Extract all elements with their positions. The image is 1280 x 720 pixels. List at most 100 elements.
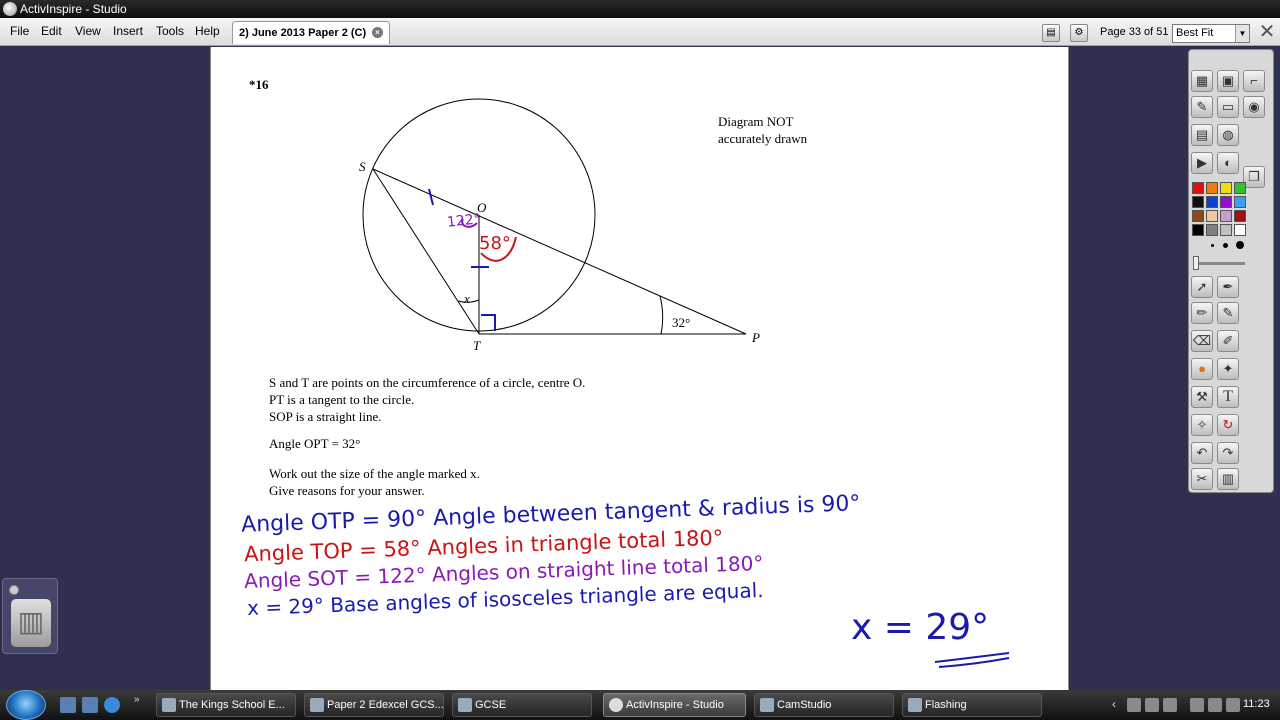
highlighter-icon[interactable]: ✏ xyxy=(1191,302,1213,324)
marker-icon[interactable]: ✎ xyxy=(1217,302,1239,324)
redo-icon[interactable]: ↷ xyxy=(1217,442,1239,464)
statement-3: SOP is a straight line. xyxy=(269,409,382,424)
pen-width-slider[interactable] xyxy=(1195,262,1245,265)
pen-width-slider-handle[interactable] xyxy=(1193,256,1199,270)
color-swatch-light-grey[interactable] xyxy=(1220,224,1232,236)
instruction-1: Work out the size of the angle marked x. xyxy=(269,466,480,481)
color-swatch-black[interactable] xyxy=(1192,196,1204,208)
label-t: T xyxy=(473,338,481,353)
menu-help[interactable]: Help xyxy=(195,24,220,38)
trash-panel[interactable]: ▥ xyxy=(2,578,58,654)
fill-icon[interactable]: ● xyxy=(1191,358,1213,380)
projector-icon[interactable]: ▭ xyxy=(1217,96,1239,118)
flipchart-icon[interactable]: ▤ xyxy=(1191,124,1213,146)
revealer-icon[interactable]: ▥ xyxy=(1217,468,1239,490)
color-swatch-black-2[interactable] xyxy=(1192,224,1204,236)
play-icon[interactable]: ▶ xyxy=(1191,152,1213,174)
globe-icon[interactable]: ◍ xyxy=(1217,124,1239,146)
flipchart-tab[interactable]: 2) June 2013 Paper 2 (C) × xyxy=(232,21,390,44)
close-tab-icon[interactable]: × xyxy=(372,27,383,38)
menu-insert[interactable]: Insert xyxy=(113,24,143,38)
color-swatch-orange[interactable] xyxy=(1206,182,1218,194)
color-swatch-yellow[interactable] xyxy=(1220,182,1232,194)
trash-panel-handle-icon[interactable] xyxy=(9,585,19,595)
task-activinspire[interactable]: ActivInspire - Studio xyxy=(603,693,746,717)
tray-icon-4[interactable] xyxy=(1226,698,1240,712)
menu-view[interactable]: View xyxy=(75,24,101,38)
wand-icon[interactable]: ✦ xyxy=(1217,358,1239,380)
task-gcse-label: GCSE xyxy=(475,699,507,711)
task-camstudio[interactable]: CamStudio xyxy=(754,693,894,717)
color-swatch-white[interactable] xyxy=(1234,224,1246,236)
ie-icon xyxy=(310,698,324,712)
label-s: S xyxy=(359,159,366,174)
label-x: x xyxy=(464,291,470,306)
line-st xyxy=(372,168,480,335)
text-icon[interactable]: T xyxy=(1217,386,1239,408)
reset-page-icon[interactable]: ↻ xyxy=(1217,414,1239,436)
eraser-icon[interactable]: ⌫ xyxy=(1191,330,1213,352)
question-statements: S and T are points on the circumference … xyxy=(269,374,585,425)
tray-icon-2[interactable] xyxy=(1145,698,1159,712)
camera-icon[interactable]: ◉ xyxy=(1243,96,1265,118)
color-swatch-green[interactable] xyxy=(1234,182,1246,194)
notes-icon[interactable]: ✎ xyxy=(1191,96,1213,118)
select-icon[interactable]: ➚ xyxy=(1191,276,1213,298)
label-angle-p: 32° xyxy=(672,315,691,330)
volume-icon[interactable] xyxy=(1208,698,1222,712)
task-kings-school[interactable]: The Kings School E... xyxy=(156,693,296,717)
zoom-value: Best Fit xyxy=(1176,27,1214,39)
magic-ink-icon[interactable]: ✧ xyxy=(1191,414,1213,436)
tray-icon-3[interactable] xyxy=(1163,698,1177,712)
color-swatch-dark-red[interactable] xyxy=(1234,210,1246,222)
pen-width-medium-icon[interactable] xyxy=(1223,243,1228,248)
start-button[interactable] xyxy=(6,690,46,720)
label-p: P xyxy=(752,330,760,345)
color-swatch-lilac[interactable] xyxy=(1220,210,1232,222)
task-paper2-label: Paper 2 Edexcel GCS... xyxy=(327,699,444,711)
statement-2: PT is a tangent to the circle. xyxy=(269,392,415,407)
trash-icon[interactable]: ▥ xyxy=(11,599,51,647)
internet-explorer-icon[interactable] xyxy=(104,697,120,713)
flipchart-page[interactable]: *16 Diagram NOT accurately drawn S O T P… xyxy=(210,47,1069,690)
chevron-down-icon[interactable]: ▼ xyxy=(1235,25,1249,42)
color-swatch-light-blue[interactable] xyxy=(1234,196,1246,208)
color-swatch-grey[interactable] xyxy=(1206,224,1218,236)
color-swatch-brown[interactable] xyxy=(1192,210,1204,222)
color-swatch-purple[interactable] xyxy=(1220,196,1232,208)
menu-tools[interactable]: Tools xyxy=(156,24,184,38)
quicklaunch-more-icon[interactable]: » xyxy=(134,694,140,705)
resources-icon[interactable]: ▣ xyxy=(1217,70,1239,92)
pen-width-large-icon[interactable] xyxy=(1236,241,1244,249)
color-swatch-red[interactable] xyxy=(1192,182,1204,194)
clear-icon[interactable]: ✂ xyxy=(1191,468,1213,490)
menu-edit[interactable]: Edit xyxy=(41,24,62,38)
close-window-icon[interactable]: ✕ xyxy=(1256,22,1278,44)
tray-expand-icon[interactable]: ‹ xyxy=(1112,697,1116,711)
pen-width-small-icon[interactable] xyxy=(1211,244,1214,247)
shape-recognition-icon[interactable]: ✐ xyxy=(1217,330,1239,352)
color-swatch-peach[interactable] xyxy=(1206,210,1218,222)
task-paper2[interactable]: Paper 2 Edexcel GCS... xyxy=(304,693,444,717)
undo-icon[interactable]: ↶ xyxy=(1191,442,1213,464)
tray-icon-1[interactable] xyxy=(1127,698,1141,712)
pen-icon[interactable]: ✒ xyxy=(1217,276,1239,298)
dashboard-icon[interactable]: ⚙ xyxy=(1070,24,1088,42)
zoom-select[interactable]: Best Fit ▼ xyxy=(1172,24,1250,43)
color-swatch-blue[interactable] xyxy=(1206,196,1218,208)
ie-icon xyxy=(162,698,176,712)
graph-icon[interactable]: ⌐ xyxy=(1243,70,1265,92)
task-gcse[interactable]: GCSE xyxy=(452,693,592,717)
clock[interactable]: 11:23 xyxy=(1243,698,1270,710)
pages-icon[interactable]: ▦ xyxy=(1191,70,1213,92)
title-bar: ActivInspire - Studio xyxy=(0,0,1280,18)
spotlight-icon[interactable]: ◐ xyxy=(1217,152,1239,174)
menu-file[interactable]: File xyxy=(10,24,29,38)
connector-icon[interactable]: ⚒ xyxy=(1191,386,1213,408)
switch-windows-icon[interactable] xyxy=(82,697,98,713)
task-flashing[interactable]: Flashing xyxy=(902,693,1042,717)
show-desktop-icon[interactable] xyxy=(60,697,76,713)
network-icon[interactable] xyxy=(1190,698,1204,712)
pages-panel-icon[interactable]: ❐ xyxy=(1243,166,1265,188)
page-browser-icon[interactable]: ▤ xyxy=(1042,24,1060,42)
